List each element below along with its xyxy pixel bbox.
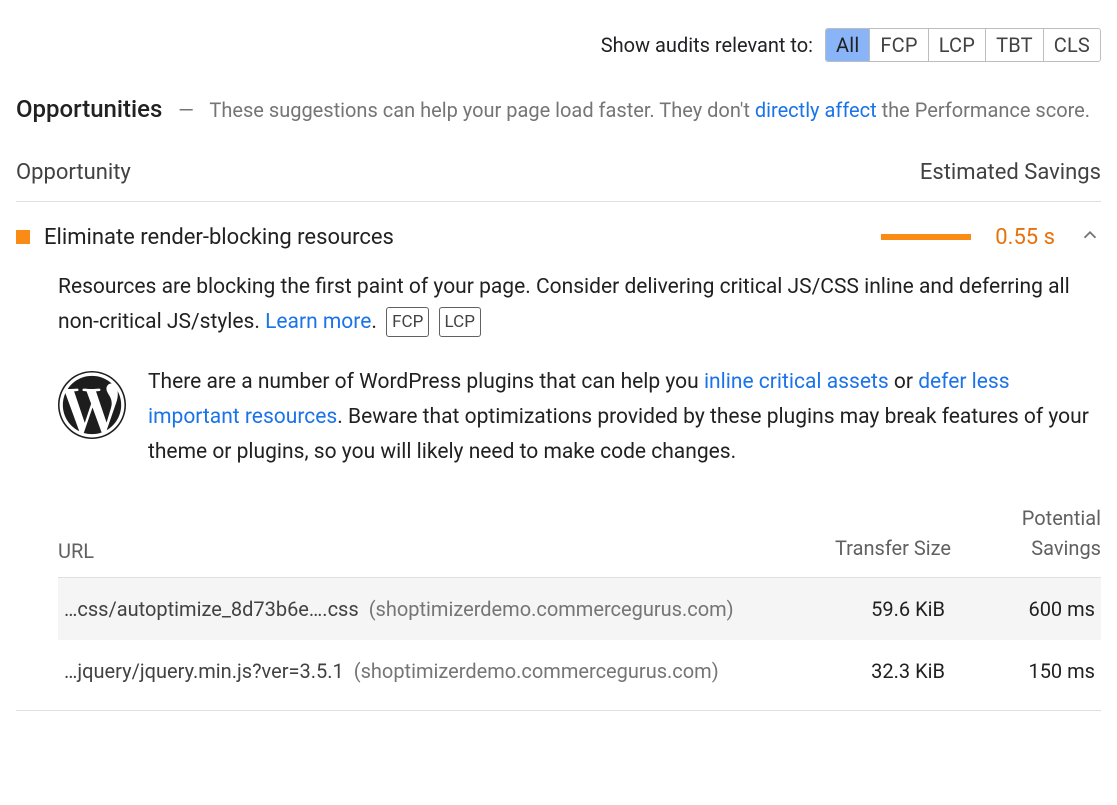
- resource-path: …css/autoptimize_8d73b6e….css: [64, 597, 359, 621]
- filter-label: Show audits relevant to:: [601, 33, 813, 57]
- filter-button-group: All FCP LCP TBT CLS: [825, 28, 1101, 62]
- severity-square-icon: [16, 230, 30, 244]
- resource-size: 32.3 KiB: [795, 656, 945, 686]
- col-opportunity-header: Opportunity: [16, 160, 131, 185]
- filter-all-button[interactable]: All: [826, 29, 870, 61]
- savings-value: 0.55 s: [985, 225, 1055, 250]
- metric-chip-lcp: LCP: [439, 307, 481, 337]
- metric-chip-fcp: FCP: [386, 307, 429, 337]
- opportunities-intro: Opportunities — These suggestions can he…: [16, 88, 1101, 130]
- resource-size: 59.6 KiB: [795, 594, 945, 624]
- wp-t2: or: [889, 370, 919, 394]
- col-url-header: URL: [58, 539, 801, 563]
- intro-desc-after: the Performance score.: [877, 98, 1090, 122]
- learn-more-link[interactable]: Learn more: [265, 310, 371, 334]
- desc-after: .: [371, 310, 377, 334]
- col-potential-savings-header: Potential Savings: [951, 503, 1101, 563]
- filter-lcp-button[interactable]: LCP: [929, 29, 986, 61]
- table-row: …css/autoptimize_8d73b6e….css (shoptimiz…: [58, 578, 1101, 640]
- wordpress-note: There are a number of WordPress plugins …: [148, 365, 1101, 469]
- wordpress-icon: [58, 371, 126, 439]
- desc-before: Resources are blocking the first paint o…: [58, 275, 1070, 334]
- intro-desc-before: These suggestions can help your page loa…: [209, 98, 754, 122]
- inline-critical-assets-link[interactable]: inline critical assets: [704, 370, 889, 394]
- resource-savings: 150 ms: [945, 656, 1095, 686]
- audit-description: Resources are blocking the first paint o…: [58, 270, 1101, 339]
- chevron-up-icon[interactable]: [1079, 224, 1101, 250]
- audit-row: Eliminate render-blocking resources 0.55…: [16, 212, 1101, 711]
- resource-host: (shoptimizerdemo.commercegurus.com): [369, 597, 734, 621]
- col-size-header: Transfer Size: [801, 533, 951, 563]
- directly-affect-link[interactable]: directly affect: [755, 98, 877, 122]
- opportunities-title: Opportunities: [16, 95, 162, 123]
- resource-path: …jquery/jquery.min.js?ver=3.5.1: [64, 659, 344, 683]
- audit-title: Eliminate render-blocking resources: [44, 225, 867, 250]
- resource-savings: 600 ms: [945, 594, 1095, 624]
- savings-gauge-bar: [881, 234, 971, 240]
- resources-table: URL Transfer Size Potential Savings …css…: [58, 503, 1101, 702]
- filter-tbt-button[interactable]: TBT: [986, 29, 1044, 61]
- opportunities-table-head: Opportunity Estimated Savings: [16, 160, 1101, 202]
- filter-fcp-button[interactable]: FCP: [870, 29, 928, 61]
- wp-t1: There are a number of WordPress plugins …: [148, 370, 704, 394]
- table-row: …jquery/jquery.min.js?ver=3.5.1 (shoptim…: [58, 640, 1101, 702]
- filter-cls-button[interactable]: CLS: [1044, 29, 1100, 61]
- col-savings-header: Estimated Savings: [920, 160, 1101, 185]
- resource-host: (shoptimizerdemo.commercegurus.com): [354, 659, 719, 683]
- audit-header[interactable]: Eliminate render-blocking resources 0.55…: [16, 224, 1101, 250]
- intro-dash: —: [178, 98, 194, 122]
